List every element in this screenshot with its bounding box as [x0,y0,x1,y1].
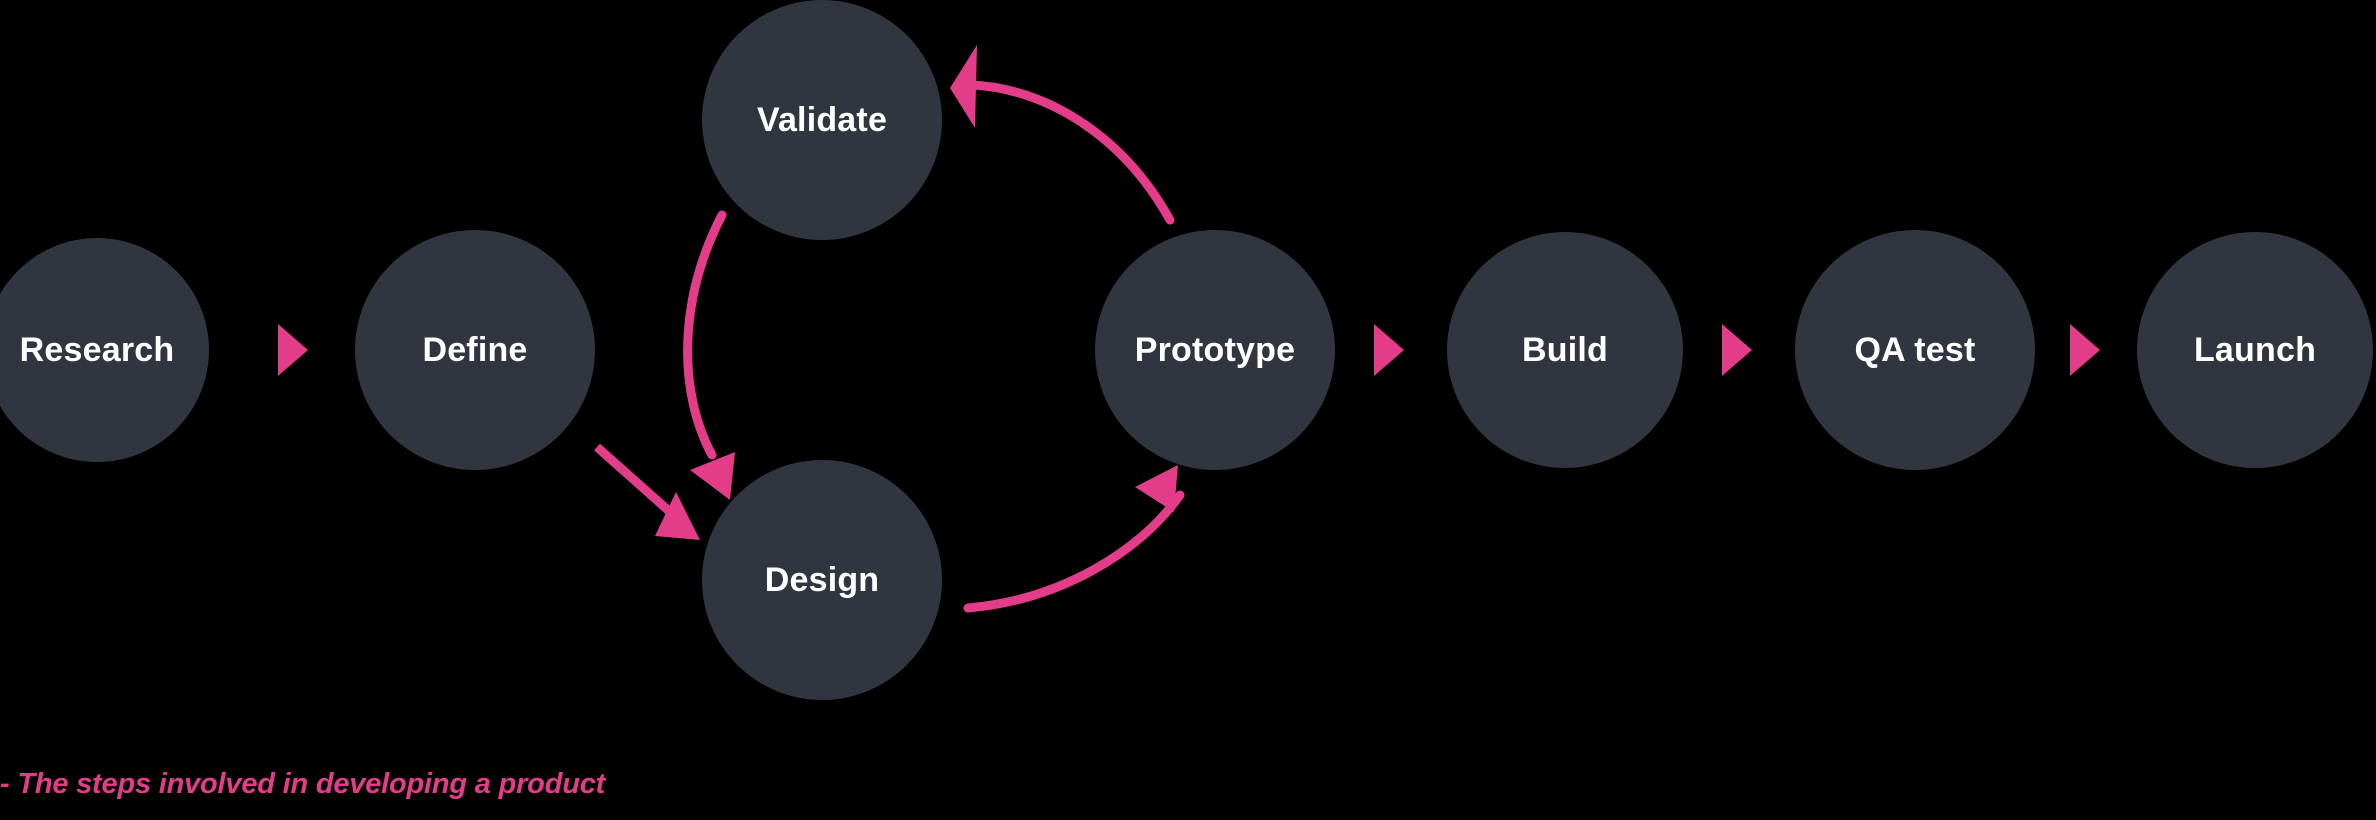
node-qa-test[interactable]: QA test [1795,230,2035,470]
step-marker-build-to-qa [1722,324,1752,376]
connector-prototype-to-validate [950,45,1175,225]
node-label-prototype: Prototype [1134,330,1296,369]
connector-design-to-prototype [963,465,1185,613]
step-marker-research-to-define [278,324,308,376]
node-prototype[interactable]: Prototype [1095,230,1335,470]
node-validate[interactable]: Validate [702,0,942,240]
connector-define-to-design [594,443,700,540]
node-launch[interactable]: Launch [2137,232,2373,468]
node-label-define: Define [422,330,528,369]
node-label-build: Build [1522,330,1608,369]
arrowhead-design-to-prototype [1135,465,1178,512]
connector-validate-to-design [683,210,735,500]
node-label-design: Design [764,560,880,599]
node-label-validate: Validate [756,100,888,139]
diagram-caption: - The steps involved in developing a pro… [0,768,606,800]
node-build[interactable]: Build [1447,232,1683,468]
diagram-canvas: Research Define Validate Design Prototyp… [0,0,2376,820]
node-label-launch: Launch [2193,330,2317,369]
step-marker-prototype-to-build [1374,324,1404,376]
node-label-qa-test: QA test [1854,330,1976,369]
arrowhead-prototype-to-validate [950,45,977,128]
node-define[interactable]: Define [355,230,595,470]
node-design[interactable]: Design [702,460,942,700]
step-marker-qa-to-launch [2070,324,2100,376]
node-label-research: Research [19,330,175,369]
